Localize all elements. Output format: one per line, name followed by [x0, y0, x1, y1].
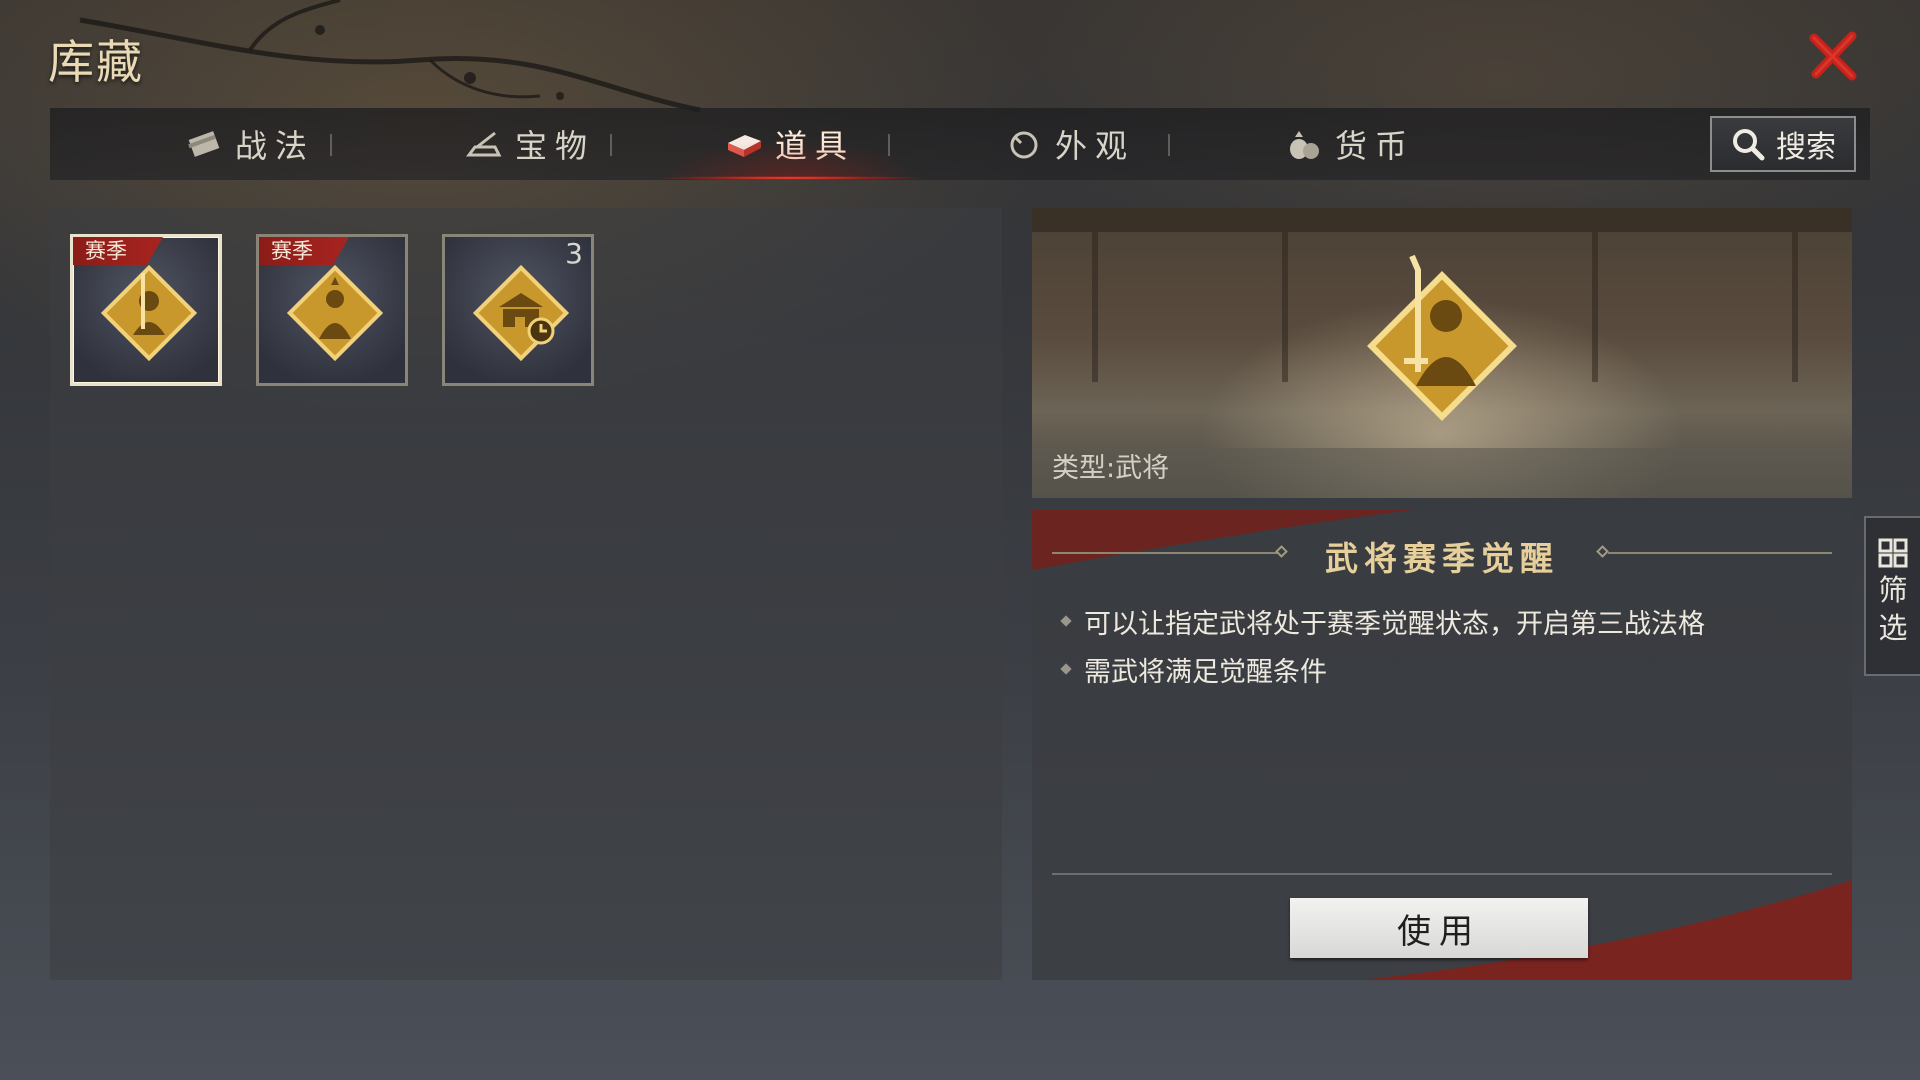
item-description-line: 需武将满足觉醒条件	[1084, 657, 1327, 688]
item-slot[interactable]: 赛季	[70, 234, 222, 386]
tab-label: 战法	[234, 127, 315, 165]
divider	[1052, 873, 1832, 875]
filter-button[interactable]: 筛 选	[1864, 516, 1920, 676]
item-name: 武将赛季觉醒	[1325, 539, 1559, 578]
filter-label-char: 筛	[1878, 573, 1908, 607]
season-badge: 赛季	[73, 237, 163, 265]
currency-bag-icon	[1289, 131, 1319, 159]
item-preview-panel: 类型:武将	[1032, 208, 1852, 498]
item-description-panel: 武将赛季觉醒 可以让指定武将处于赛季觉醒状态，开启第三战法格 需武将满足觉醒条件…	[1032, 510, 1852, 980]
title-deco-line	[1608, 552, 1832, 554]
search-label: 搜索	[1776, 130, 1836, 165]
item-box-icon	[727, 135, 761, 157]
bullet-point	[1060, 615, 1072, 627]
bullet-point	[1060, 663, 1072, 675]
tab-divider	[888, 134, 890, 156]
category-tab-bar: 战法 宝物 道具 外观 货币 搜索	[50, 108, 1870, 180]
item-slot[interactable]: 3	[442, 234, 594, 386]
page-title: 库藏	[48, 35, 144, 89]
search-icon	[1733, 129, 1765, 161]
tactics-scroll-icon	[188, 131, 220, 157]
tab-divider	[610, 134, 612, 156]
item-description-line: 可以让指定武将处于赛季觉醒状态，开启第三战法格	[1084, 609, 1705, 640]
tab-label: 宝物	[514, 127, 595, 165]
treasure-icon	[465, 131, 502, 157]
season-badge: 赛季	[259, 237, 349, 265]
item-slot[interactable]: 赛季	[256, 234, 408, 386]
general-strategist-emblem-icon	[286, 264, 384, 362]
item-grid-panel: 赛季 赛季 3	[50, 208, 1002, 980]
general-warrior-emblem-icon	[100, 264, 198, 362]
appearance-icon	[1010, 131, 1038, 159]
tab-tactics[interactable]: 战法	[110, 108, 390, 180]
tab-treasure[interactable]: 宝物	[390, 108, 670, 180]
search-button[interactable]: 搜索	[1710, 116, 1856, 172]
tab-currency[interactable]: 货币	[1210, 108, 1490, 180]
close-icon	[1809, 31, 1857, 81]
city-timer-emblem-icon	[472, 264, 570, 362]
item-type-label: 类型:武将	[1052, 453, 1170, 484]
tab-divider	[1168, 134, 1170, 156]
tab-divider	[330, 134, 332, 156]
item-count: 3	[565, 237, 583, 270]
grid-filter-icon	[1878, 538, 1908, 568]
general-warrior-emblem-large-icon	[1367, 254, 1517, 421]
filter-label-char: 选	[1878, 611, 1908, 645]
inventory-screen: 库藏 战法 宝物 道具 外观 货币 搜索 赛季 赛季 3 类型:武将 武将赛季觉…	[0, 0, 1920, 1080]
tab-label: 道具	[774, 127, 855, 165]
use-button[interactable]: 使用	[1290, 898, 1588, 958]
tab-label: 货币	[1334, 127, 1415, 165]
close-button[interactable]	[1806, 28, 1862, 84]
tab-label: 外观	[1054, 127, 1135, 165]
